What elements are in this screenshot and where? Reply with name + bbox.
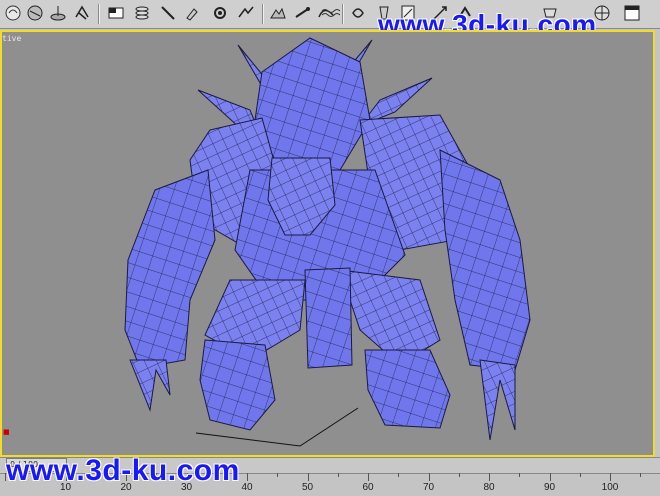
ruler-tick xyxy=(489,473,490,481)
ruler-label: 90 xyxy=(543,482,556,493)
ruler-tick xyxy=(579,473,581,477)
foot-right xyxy=(364,349,451,429)
ruler-tick xyxy=(640,473,642,477)
watermark-bottom: www.3d-ku.com xyxy=(6,454,240,487)
ruler-tick xyxy=(458,473,460,477)
ruler-tick xyxy=(368,473,369,481)
ruler-tick xyxy=(398,473,400,477)
ruler-tick xyxy=(610,473,611,481)
ruler-tick xyxy=(549,473,551,481)
ruler-label: 50 xyxy=(301,482,314,493)
loincloth xyxy=(304,267,353,369)
viewport-axis-tick: ■ xyxy=(3,428,10,436)
monster-model[interactable] xyxy=(0,0,660,495)
ruler-label: 60 xyxy=(362,482,374,493)
head-crest xyxy=(254,37,371,171)
ruler-tick xyxy=(337,473,339,477)
arm-left xyxy=(124,169,216,369)
ruler-tick xyxy=(519,473,521,477)
ruler-label: 100 xyxy=(601,482,619,493)
ruler-tick xyxy=(307,473,309,481)
claw-right xyxy=(479,359,516,441)
ruler-label: 80 xyxy=(483,482,495,493)
ruler-tick xyxy=(277,473,279,477)
foot-left xyxy=(199,339,276,431)
ruler-label: 40 xyxy=(241,482,253,493)
ruler-tick xyxy=(428,473,430,481)
ruler-label: 70 xyxy=(422,482,435,493)
claw-left xyxy=(129,359,171,412)
ruler-tick xyxy=(247,473,248,481)
arm-right xyxy=(439,149,531,371)
